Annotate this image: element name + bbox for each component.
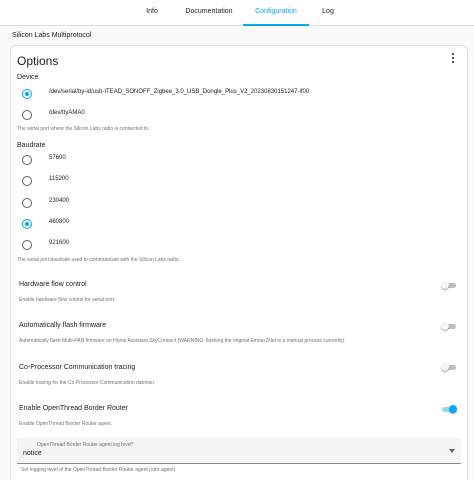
auto-flash-firmware-helper: Automatically flash Multi-PAN firmware o… — [19, 338, 346, 344]
tab-documentation[interactable]: Documentation — [180, 0, 238, 26]
auto-flash-firmware-toggle[interactable] — [441, 321, 457, 331]
otbr-enable-helper: Enable OpenThread Border Router agent. — [19, 421, 113, 427]
cpc-tracing-toggle[interactable] — [441, 362, 457, 372]
baudrate-label: Baudrate — [17, 142, 46, 149]
baudrate-option-label: 460800 — [49, 219, 70, 225]
options-card: Options Device /dev/serial/by-id/usb-ITE… — [10, 45, 468, 480]
device-option-serial-by-id[interactable]: /dev/serial/by-id/usb-ITEAD_SONOFF_Zigbe… — [17, 86, 457, 102]
baudrate-option-57600[interactable]: 57600 — [17, 152, 457, 168]
baudrate-option-label: 921600 — [49, 240, 70, 246]
options-title: Options — [17, 54, 59, 68]
tab-log[interactable]: Log — [313, 0, 343, 26]
radio-button-checked[interactable] — [22, 219, 32, 229]
otbr-enable-label: Enable OpenThread Border Router — [19, 405, 128, 412]
cpc-tracing-label: Co-Processor Communication tracing — [19, 364, 136, 371]
otbr-log-level-value: notice — [23, 450, 42, 457]
addon-name: Silicon Labs Multiprotocol — [12, 32, 92, 39]
radio-button[interactable] — [22, 198, 32, 208]
device-helper-text: The serial port where the Silicon Labs r… — [17, 126, 150, 132]
otbr-log-level-label: OpenThread Border Router agent log level… — [37, 442, 134, 448]
baudrate-option-115200[interactable]: 115200 — [17, 173, 457, 189]
otbr-log-level-select[interactable]: OpenThread Border Router agent log level… — [17, 438, 461, 464]
baudrate-option-label: 115200 — [49, 176, 69, 182]
device-option-label: /dev/ttyAMA0 — [49, 110, 85, 116]
device-option-label: /dev/serial/by-id/usb-ITEAD_SONOFF_Zigbe… — [49, 89, 310, 95]
tab-info[interactable]: Info — [132, 0, 172, 26]
cpc-tracing-helper: Enable tracing for the Co-Processor Comm… — [19, 380, 156, 386]
baudrate-option-921600[interactable]: 921600 — [17, 237, 457, 253]
device-label: Device — [17, 74, 39, 81]
hardware-flow-control-helper: Enable hardware flow control for serial … — [19, 297, 116, 303]
hardware-flow-control-toggle[interactable] — [441, 280, 457, 290]
auto-flash-firmware-label: Automatically flash firmware — [19, 322, 107, 329]
radio-button[interactable] — [22, 240, 32, 250]
radio-button[interactable] — [22, 110, 32, 120]
more-vertical-icon[interactable] — [449, 52, 457, 64]
otbr-log-level-helper: Set logging level of the OpenThread Bord… — [21, 467, 177, 473]
radio-button[interactable] — [22, 155, 32, 165]
dropdown-caret-icon — [449, 449, 455, 453]
baudrate-option-460800[interactable]: 460800 — [17, 216, 457, 232]
baudrate-option-label: 230400 — [49, 198, 70, 204]
baudrate-option-230400[interactable]: 230400 — [17, 195, 457, 211]
otbr-enable-toggle[interactable] — [441, 404, 457, 414]
baudrate-option-label: 57600 — [49, 155, 66, 161]
tab-configuration[interactable]: Configuration — [243, 0, 309, 26]
radio-button-checked[interactable] — [22, 89, 32, 99]
hardware-flow-control-label: Hardware flow control — [19, 281, 87, 288]
baudrate-helper-text: The serial port baudrate used to communi… — [17, 257, 180, 263]
top-tab-bar: Info Documentation Configuration Log — [0, 0, 474, 26]
radio-button[interactable] — [22, 176, 32, 186]
device-option-ttyama0[interactable]: /dev/ttyAMA0 — [17, 107, 457, 123]
